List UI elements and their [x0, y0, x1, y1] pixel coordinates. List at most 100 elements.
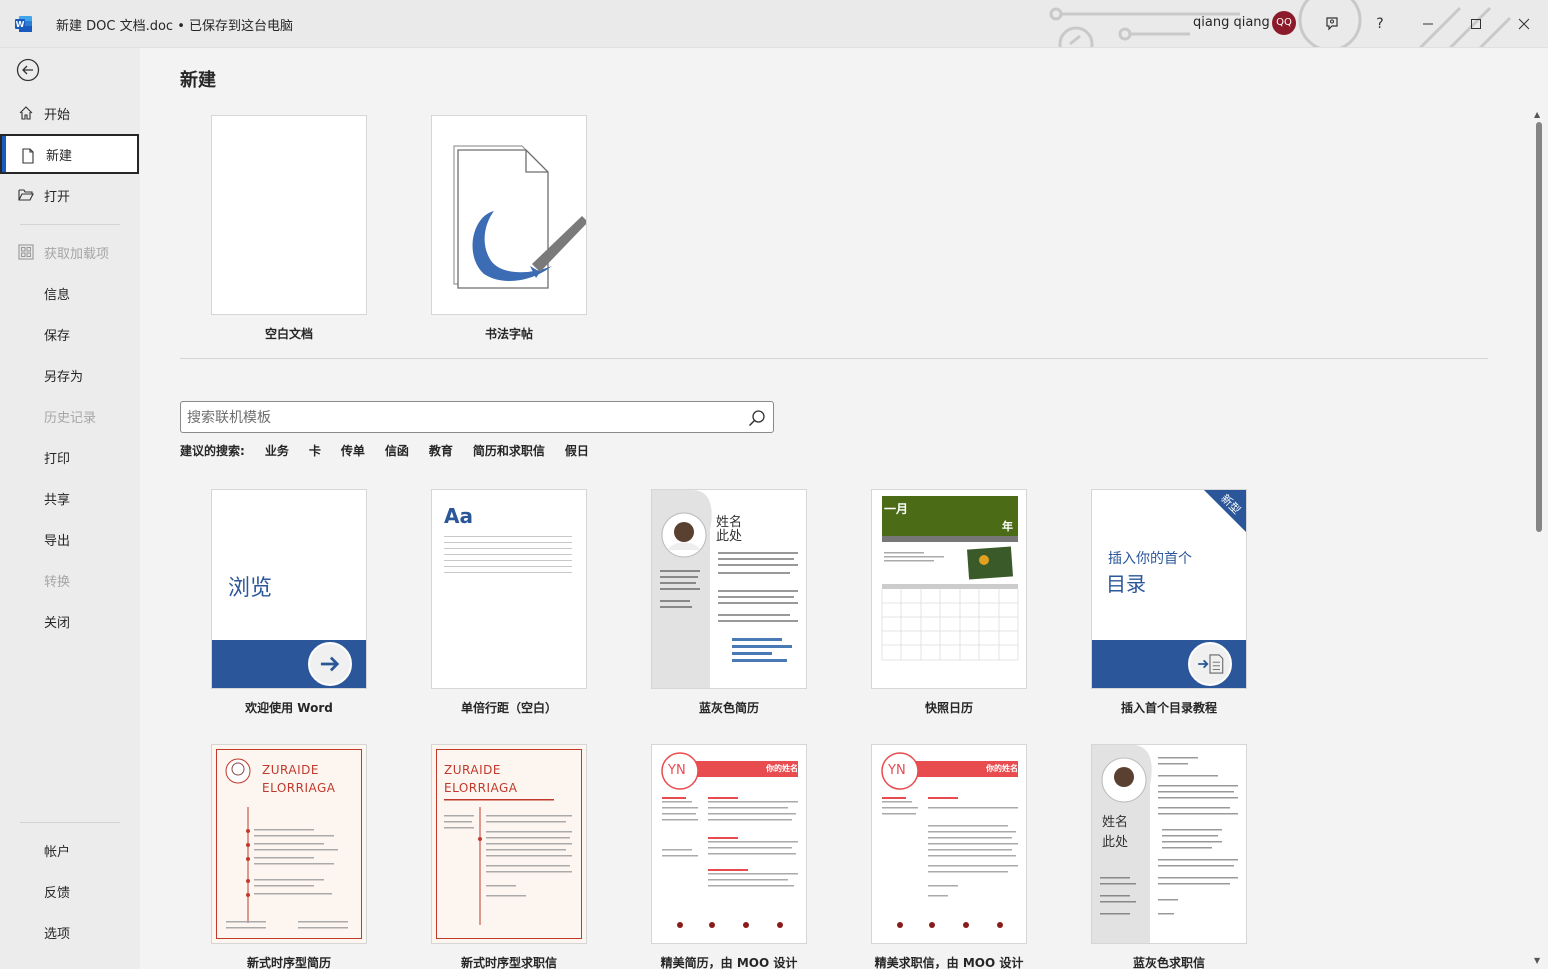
sidebar-item-label: 共享 — [44, 492, 71, 508]
letter-name-line1: 姓名 — [1102, 815, 1129, 830]
suggested-link-flyer[interactable]: 传单 — [341, 442, 365, 459]
sidebar-item-transform[interactable]: 转换 — [0, 560, 140, 600]
sidebar-item-label: 获取加载项 — [44, 246, 110, 262]
suggested-link-business[interactable]: 业务 — [265, 442, 289, 459]
scrollbar-thumb[interactable] — [1536, 122, 1542, 532]
template-thumbnail: YN 你的姓名 — [871, 744, 1027, 944]
section-divider — [180, 358, 1488, 359]
sidebar-item-account[interactable]: 帐户 — [0, 830, 140, 870]
minimize-icon[interactable] — [1414, 10, 1442, 38]
template-thumbnail: 姓名 此处 — [1091, 744, 1247, 944]
moo-name: 你的姓名 — [766, 764, 798, 773]
resume-name-last: ELORRIAGA — [262, 781, 336, 795]
sidebar-item-new[interactable]: 新建 — [0, 134, 139, 174]
sidebar-item-save[interactable]: 保存 — [0, 314, 140, 354]
template-caption: 新式时序型简历 — [246, 956, 331, 969]
sidebar-item-label: 帐户 — [44, 844, 71, 860]
template-modern-chrono-resume[interactable]: ZURAIDE ELORRIAGA 新式时序型简历 — [211, 744, 367, 969]
toc-line1: 插入你的首个 — [1108, 551, 1192, 567]
sidebar-item-history[interactable]: 历史记录 — [0, 396, 140, 436]
template-thumbnail — [431, 115, 587, 315]
template-search-input[interactable] — [187, 406, 737, 430]
sidebar-item-home[interactable]: 开始 — [0, 93, 140, 133]
template-moo-cover-letter[interactable]: YN 你的姓名 精美求职信，由 MOO 设计 — [871, 744, 1027, 969]
sidebar-item-label: 反馈 — [44, 885, 71, 901]
resume-name-first: ZURAIDE — [262, 763, 319, 777]
template-welcome-word[interactable]: 浏览 欢迎使用 Word — [211, 489, 367, 716]
sidebar-item-save-as[interactable]: 另存为 — [0, 355, 140, 395]
template-caption: 新式时序型求职信 — [460, 956, 557, 969]
vertical-scrollbar[interactable]: ▲ ▼ — [1532, 108, 1546, 969]
user-avatar[interactable]: QQ — [1272, 11, 1296, 35]
sidebar-item-label: 历史记录 — [44, 410, 97, 426]
sidebar-item-label: 保存 — [44, 328, 71, 344]
scroll-down-icon[interactable]: ▼ — [1534, 956, 1540, 965]
document-title: 新建 DOC 文档.doc • 已保存到这台电脑 — [56, 19, 294, 34]
moo-name: 你的姓名 — [986, 764, 1018, 773]
template-caption: 欢迎使用 Word — [245, 701, 333, 715]
arrow-right-icon — [308, 642, 352, 686]
template-search-box[interactable] — [180, 401, 774, 433]
browse-text: 浏览 — [228, 576, 273, 601]
template-caption: 蓝灰色求职信 — [1132, 956, 1205, 969]
sidebar-item-options[interactable]: 选项 — [0, 912, 140, 952]
sidebar-item-export[interactable]: 导出 — [0, 519, 140, 559]
user-name[interactable]: qiang qiang — [1193, 15, 1270, 30]
template-snapshot-calendar[interactable]: 一月 年 快照日历 — [871, 489, 1027, 716]
sidebar-item-label: 导出 — [44, 533, 71, 549]
text-line — [444, 554, 572, 555]
page-title: 新建 — [180, 70, 216, 91]
suggested-searches-label: 建议的搜索: — [180, 444, 245, 458]
suggested-link-letter[interactable]: 信函 — [385, 442, 409, 459]
search-icon[interactable] — [747, 408, 767, 428]
calligraphy-icon — [453, 145, 586, 289]
title-bar: W 新建 DOC 文档.doc • 已保存到这台电脑 qiang qiang Q… — [0, 0, 1548, 48]
moo-initials: YN — [668, 763, 686, 778]
text-line — [444, 548, 572, 549]
template-caption: 空白文档 — [264, 327, 313, 341]
new-document-panel: 新建 空白文档 书法字帖 建议的搜索: 业务 卡 传单 — [140, 48, 1548, 969]
template-thumbnail — [211, 115, 367, 315]
template-blank-document[interactable]: 空白文档 — [211, 115, 367, 342]
template-thumbnail: ZURAIDE ELORRIAGA — [431, 744, 587, 944]
template-moo-resume[interactable]: YN 你的姓名 精美简历，由 MOO 设计 — [651, 744, 807, 969]
back-arrow-icon[interactable] — [16, 58, 40, 82]
template-toc-tutorial[interactable]: 新型 插入你的首个 目录 插入首个目录教程 — [1091, 489, 1247, 716]
template-calligraphy[interactable]: 书法字帖 — [431, 115, 587, 342]
new-document-icon — [22, 148, 34, 164]
text-line — [444, 572, 572, 573]
close-icon[interactable] — [1510, 10, 1538, 38]
maximize-icon[interactable] — [1462, 10, 1490, 38]
template-thumbnail: 新型 插入你的首个 目录 — [1091, 489, 1247, 689]
insert-toc-icon — [1188, 642, 1232, 686]
sidebar-divider — [20, 224, 120, 225]
moo-initials: YN — [888, 763, 906, 778]
sidebar-item-print[interactable]: 打印 — [0, 437, 140, 477]
suggested-link-holiday[interactable]: 假日 — [565, 442, 589, 459]
sidebar-item-addins[interactable]: 获取加载项 — [0, 232, 140, 272]
template-modern-chrono-cover-letter[interactable]: ZURAIDE ELORRIAGA 新式时序型求职信 — [431, 744, 587, 969]
sidebar-item-share[interactable]: 共享 — [0, 478, 140, 518]
template-single-spaced[interactable]: Aa 单倍行距（空白） — [431, 489, 587, 716]
suggested-link-resume[interactable]: 简历和求职信 — [473, 442, 545, 459]
template-blue-gray-resume[interactable]: 姓名 此处 蓝灰色简历 — [651, 489, 807, 716]
sidebar-item-label: 打开 — [44, 189, 71, 205]
template-thumbnail: 一月 年 — [871, 489, 1027, 689]
sidebar-item-feedback[interactable]: 反馈 — [0, 871, 140, 911]
scroll-up-icon[interactable]: ▲ — [1534, 110, 1540, 119]
feedback-icon[interactable] — [1318, 10, 1346, 38]
sidebar-item-close[interactable]: 关闭 — [0, 601, 140, 641]
help-button[interactable]: ? — [1366, 10, 1394, 38]
suggested-link-card[interactable]: 卡 — [309, 442, 321, 459]
template-caption: 精美简历，由 MOO 设计 — [660, 956, 798, 969]
sidebar-item-info[interactable]: 信息 — [0, 273, 140, 313]
sidebar-item-label: 打印 — [44, 451, 71, 467]
template-caption: 蓝灰色简历 — [698, 701, 759, 715]
letter-name-first: ZURAIDE — [444, 763, 501, 777]
sidebar-item-open[interactable]: 打开 — [0, 175, 140, 215]
suggested-link-education[interactable]: 教育 — [429, 442, 453, 459]
resume-name-line2: 此处 — [716, 529, 743, 544]
template-blue-gray-cover-letter[interactable]: 姓名 此处 蓝灰色求职信 — [1091, 744, 1247, 969]
toc-line2: 目录 — [1106, 572, 1146, 596]
sidebar-divider — [20, 822, 120, 823]
